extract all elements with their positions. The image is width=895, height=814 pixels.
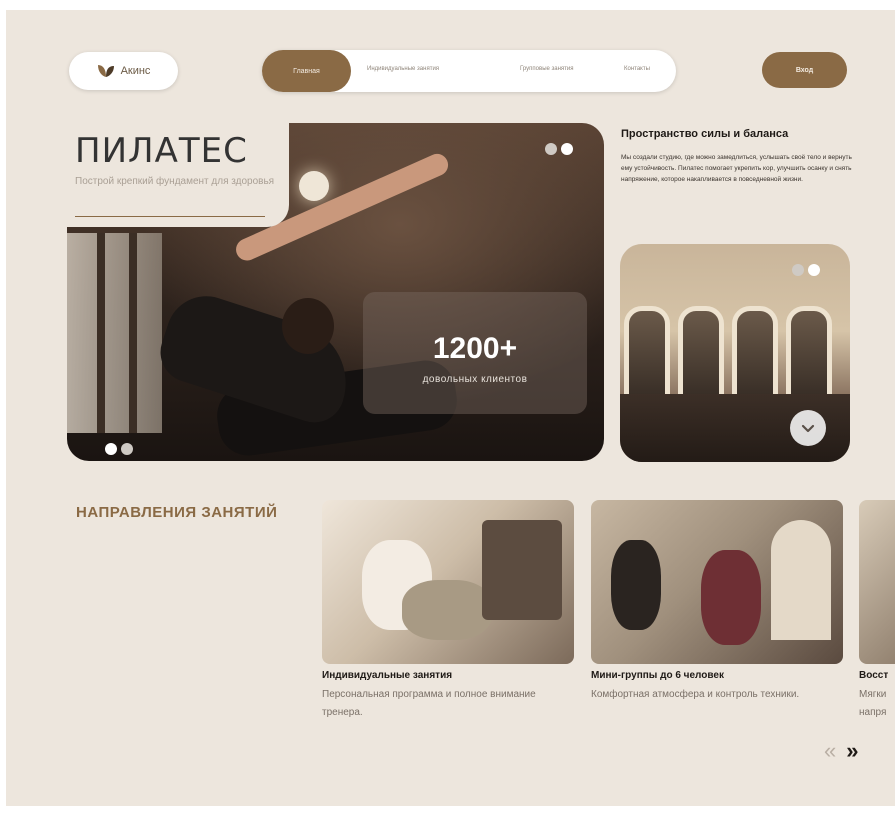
hero-slider-dots-bottom[interactable] — [105, 443, 133, 455]
slider-dot-icon[interactable] — [121, 443, 133, 455]
clients-stat-value: 1200+ — [432, 332, 518, 365]
clients-stat-card: 1200+ довольных клиентов — [363, 292, 587, 414]
direction-card-desc: Мягки напря — [859, 689, 887, 718]
slider-dot-icon[interactable] — [561, 143, 573, 155]
carousel-arrows: « » — [824, 738, 859, 764]
clients-stat-label: довольных клиентов — [422, 374, 528, 385]
hero-title: ПИЛАТЕС — [75, 131, 248, 171]
direction-card-image-minigroup[interactable] — [591, 500, 843, 664]
hero-title-block: ПИЛАТЕС Построй крепкий фундамент для зд… — [67, 123, 289, 227]
arrow-prev-icon[interactable]: « — [824, 738, 836, 764]
scroll-down-button[interactable] — [790, 410, 826, 446]
page: Акинс Главная Индивидуальные занятия Гру… — [6, 10, 895, 806]
nav-item-group[interactable]: Групповые занятия — [520, 66, 574, 72]
direction-card-desc: Комфортная атмосфера и контроль техники. — [591, 689, 800, 700]
hero-divider — [75, 216, 265, 217]
direction-card-title[interactable]: Мини-группы до 6 человек — [591, 670, 724, 681]
direction-card-image-recovery[interactable] — [859, 500, 895, 664]
directions-title: НАПРАВЛЕНИЯ ЗАНЯТИЙ — [76, 504, 278, 521]
main-nav: Главная Индивидуальные занятия Групповые… — [262, 50, 676, 92]
leaf-logo-icon — [97, 65, 114, 77]
direction-card-title[interactable]: Восст — [859, 670, 888, 681]
direction-card-desc: Персональная программа и полное внимание… — [322, 689, 536, 718]
hero-slider-dots-top[interactable] — [545, 143, 573, 155]
about-title: Пространство силы и баланса — [621, 128, 789, 140]
arrow-next-icon[interactable]: » — [846, 738, 858, 764]
nav-item-contacts[interactable]: Контакты — [624, 66, 650, 72]
studio-image — [620, 244, 850, 462]
nav-item-home[interactable]: Главная — [262, 50, 351, 92]
slider-dot-icon[interactable] — [792, 264, 804, 276]
logo-text: Акинс — [120, 65, 151, 77]
nav-item-individual[interactable]: Индивидуальные занятия — [367, 66, 439, 72]
slider-dot-icon[interactable] — [105, 443, 117, 455]
slider-dot-icon[interactable] — [808, 264, 820, 276]
hero-subtitle: Построй крепкий фундамент для здоровья — [75, 176, 275, 187]
about-text: Мы создали студию, где можно замедлиться… — [621, 154, 852, 183]
direction-card-title[interactable]: Индивидуальные занятия — [322, 670, 452, 681]
logo[interactable]: Акинс — [69, 52, 178, 90]
studio-slider-dots[interactable] — [792, 264, 820, 276]
direction-card-image-individual[interactable] — [322, 500, 574, 664]
login-button[interactable]: Вход — [762, 52, 847, 88]
chevron-down-icon — [801, 424, 815, 433]
slider-dot-icon[interactable] — [545, 143, 557, 155]
